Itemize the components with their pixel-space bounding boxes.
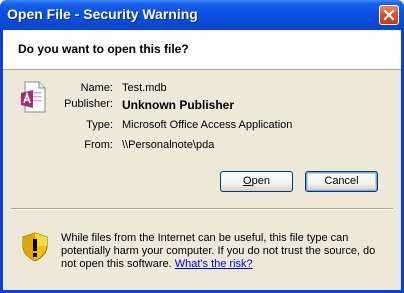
name-value: Test.mdb bbox=[122, 82, 167, 94]
type-label: Type: bbox=[86, 119, 113, 131]
publisher-label: Publisher: bbox=[64, 98, 113, 110]
security-warning-dialog: Open File - Security Warning Do you want… bbox=[0, 0, 404, 293]
from-label: From: bbox=[84, 139, 113, 151]
close-icon bbox=[383, 9, 395, 21]
shield-warning-icon bbox=[22, 232, 48, 262]
name-label: Name: bbox=[80, 82, 113, 94]
open-label: pen bbox=[251, 175, 270, 187]
open-accelerator: O bbox=[243, 175, 252, 187]
warning-message: While files from the Internet can be use… bbox=[61, 232, 391, 271]
publisher-value: Unknown Publisher bbox=[122, 98, 235, 112]
dialog-question: Do you want to open this file? bbox=[18, 42, 189, 56]
type-value: Microsoft Office Access Application bbox=[122, 119, 293, 131]
open-button[interactable]: Open bbox=[220, 171, 293, 192]
title-bar[interactable]: Open File - Security Warning bbox=[0, 0, 404, 30]
window-title: Open File - Security Warning bbox=[7, 6, 198, 22]
cancel-button[interactable]: Cancel bbox=[305, 171, 378, 192]
close-button[interactable] bbox=[379, 5, 399, 25]
dialog-header: Do you want to open this file? bbox=[3, 30, 401, 70]
from-value: \\Personalnote\pda bbox=[122, 139, 215, 151]
separator bbox=[11, 208, 393, 210]
dialog-body: Do you want to open this file? Name: Tes… bbox=[3, 30, 401, 290]
whats-the-risk-link[interactable]: What's the risk? bbox=[175, 258, 253, 270]
